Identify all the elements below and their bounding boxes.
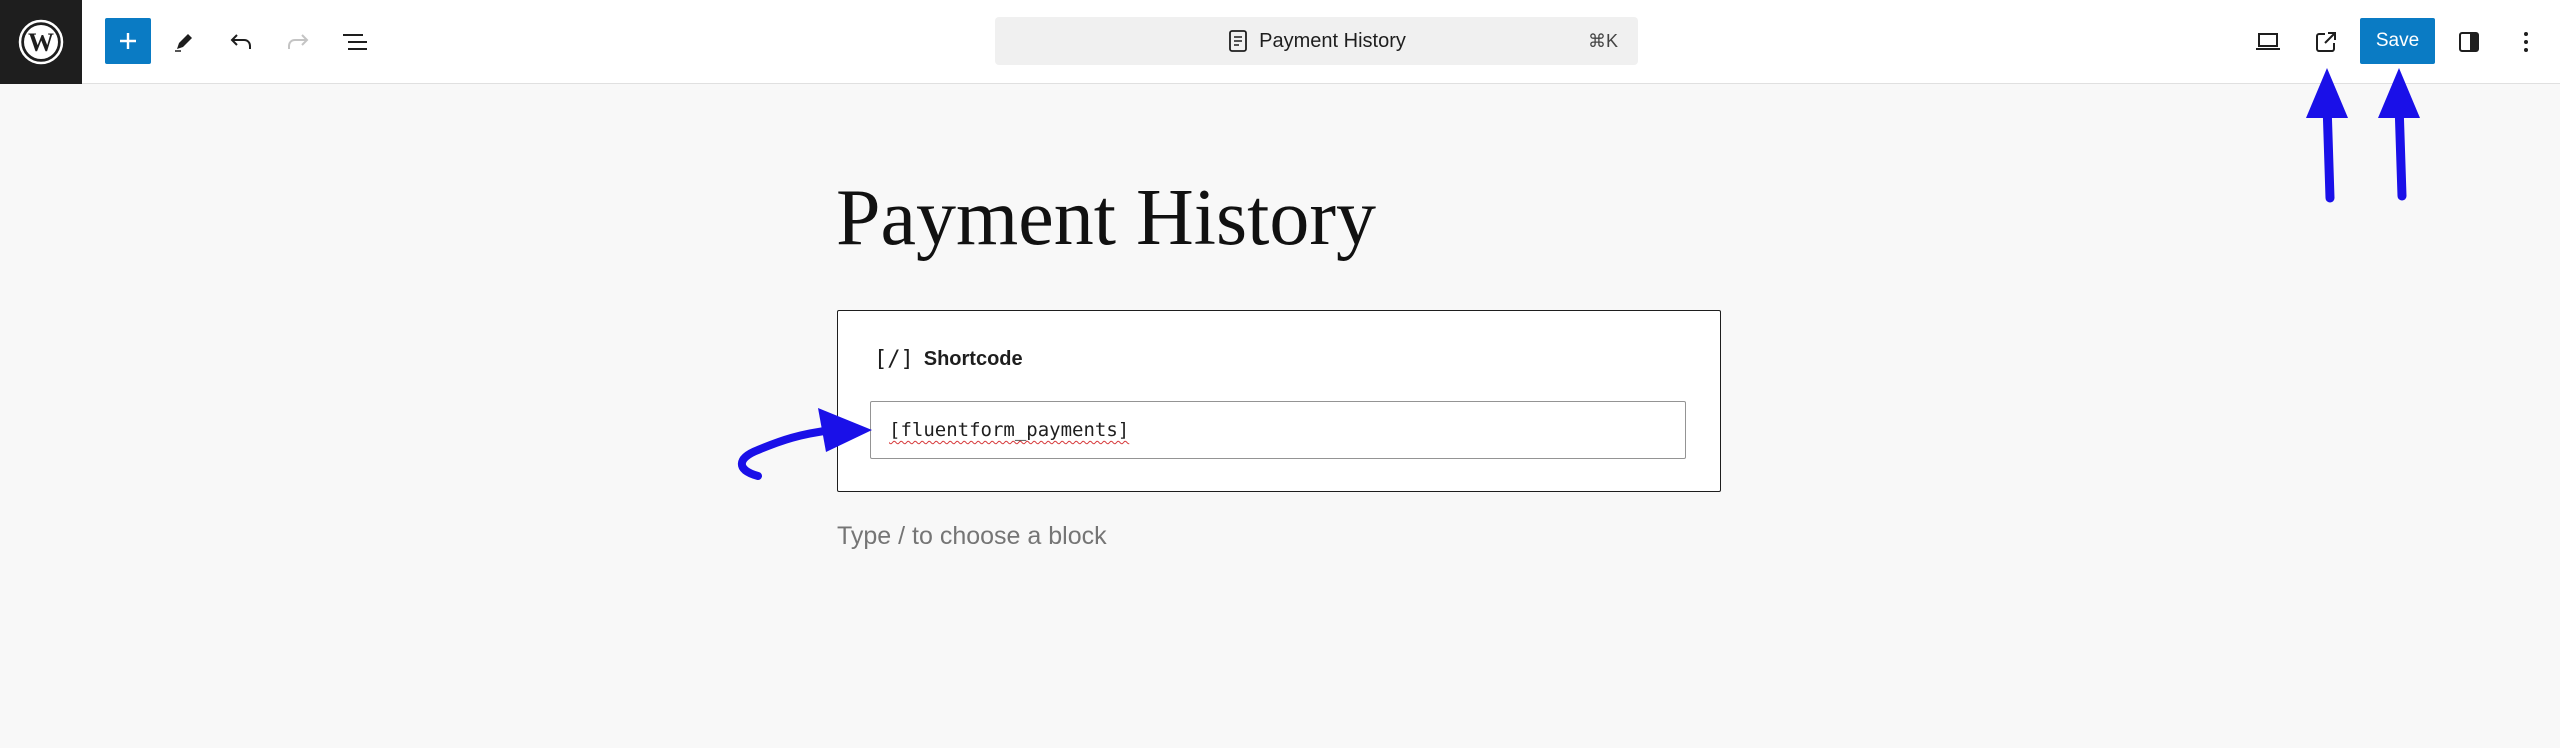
- redo-button[interactable]: [276, 20, 320, 64]
- list-view-button[interactable]: [333, 20, 377, 64]
- wordpress-logo-icon: W: [18, 19, 64, 65]
- redo-icon: [288, 34, 309, 49]
- shortcode-block-header: [/] Shortcode: [874, 347, 1023, 372]
- document-title: Payment History: [1259, 29, 1406, 52]
- preview-device-button[interactable]: [2246, 20, 2290, 64]
- save-button[interactable]: Save: [2360, 18, 2435, 64]
- sidebar-toggle-icon: [2459, 32, 2479, 52]
- arrow-to-view-page-icon: [2306, 68, 2348, 203]
- external-link-icon: [2316, 32, 2336, 52]
- shortcode-icon: [/]: [874, 347, 914, 372]
- undo-button[interactable]: [219, 20, 263, 64]
- more-options-icon: [2524, 32, 2528, 52]
- block-appender-placeholder[interactable]: Type / to choose a block: [837, 522, 1107, 551]
- undo-icon: [230, 34, 251, 49]
- shortcode-input[interactable]: [fluentform_payments]: [870, 401, 1686, 459]
- arrow-to-save-button: [2378, 68, 2420, 201]
- tools-button[interactable]: [162, 20, 206, 64]
- block-inserter-button[interactable]: [105, 18, 151, 64]
- settings-sidebar-toggle[interactable]: [2447, 20, 2491, 64]
- post-title[interactable]: Payment History: [836, 168, 1376, 268]
- preview-device-icon: [2256, 33, 2280, 50]
- shortcode-block[interactable]: [/] Shortcode [fluentform_payments]: [837, 310, 1721, 492]
- more-options-button[interactable]: [2506, 20, 2546, 64]
- command-shortcut-hint: ⌘K: [1587, 31, 1618, 51]
- list-view-icon: [343, 34, 367, 50]
- view-page-button[interactable]: [2304, 20, 2348, 64]
- document-icon: [1229, 30, 1248, 52]
- shortcode-block-label: Shortcode: [923, 348, 1023, 370]
- editor-top-toolbar: W Payment History ⌘K Save: [0, 0, 2560, 84]
- svg-text:W: W: [28, 28, 54, 57]
- shortcode-input-value: [fluentform_payments]: [889, 419, 1130, 441]
- document-bar-command-palette[interactable]: Payment History ⌘K: [995, 17, 1638, 65]
- pencil-icon: [175, 34, 192, 52]
- plus-icon: [120, 33, 136, 49]
- wordpress-logo-button[interactable]: W: [0, 0, 82, 84]
